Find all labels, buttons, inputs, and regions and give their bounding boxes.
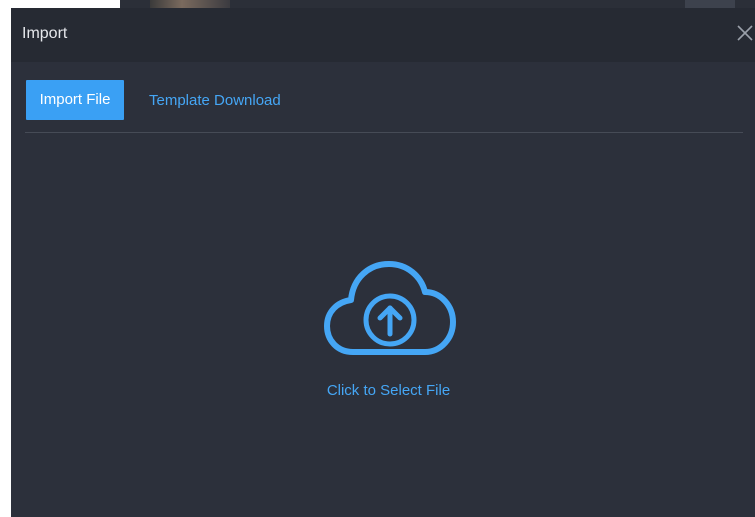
upload-label: Click to Select File — [326, 382, 451, 399]
background-thumbnail — [150, 0, 230, 8]
tab-template-download[interactable]: Template Download — [149, 80, 281, 120]
import-tab-bar: Import File Template Download — [25, 80, 743, 133]
dialog-title: Import — [22, 25, 68, 42]
cloud-upload-icon — [324, 261, 456, 355]
file-upload-area[interactable]: Click to Select File — [301, 258, 476, 408]
close-button[interactable] — [733, 20, 755, 44]
background-toolbar — [685, 0, 735, 8]
import-dialog: Import Import File Template Download Cli… — [11, 8, 755, 517]
dialog-header: Import — [11, 8, 755, 62]
close-icon — [737, 25, 753, 41]
background-list-strip — [120, 0, 755, 8]
tab-import-file[interactable]: Import File — [26, 80, 124, 120]
